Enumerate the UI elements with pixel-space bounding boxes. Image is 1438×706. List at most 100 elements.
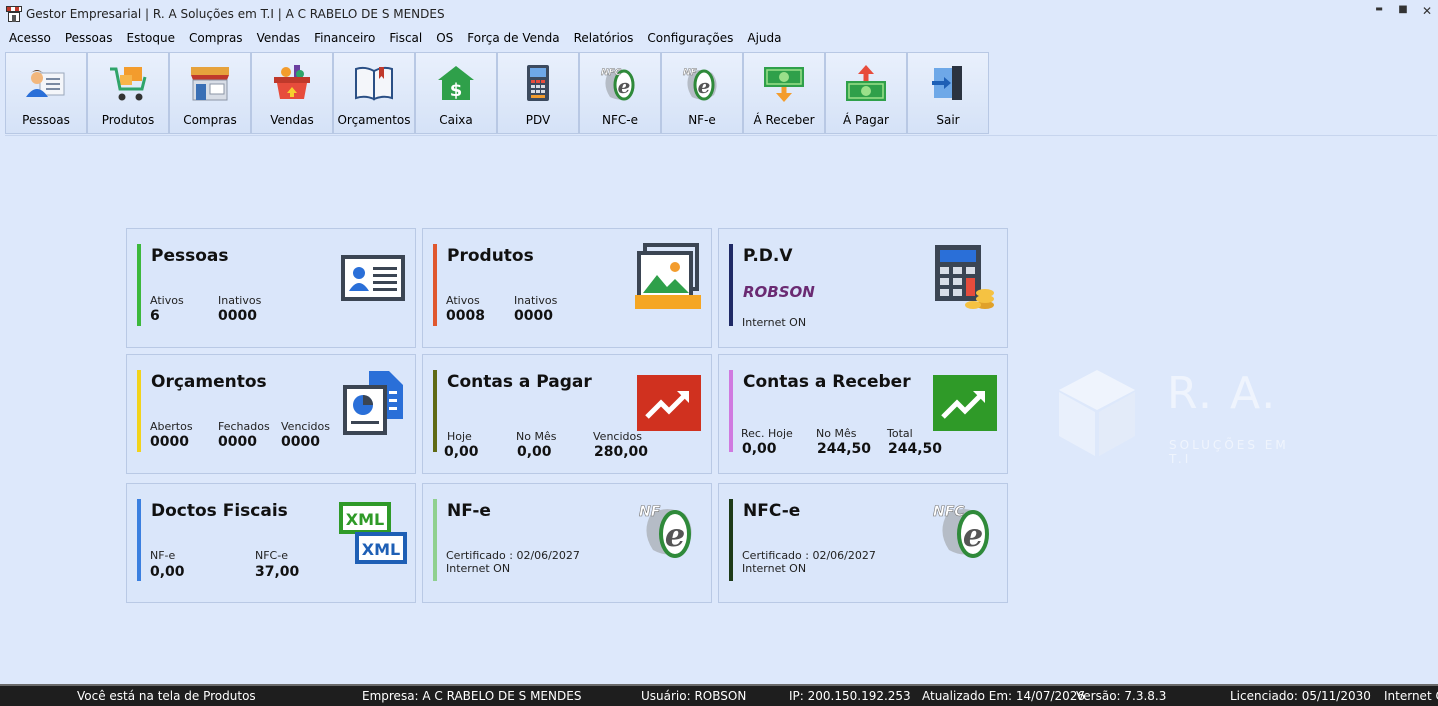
maximize-button[interactable]: ■: [1398, 4, 1408, 18]
menu-compras[interactable]: Compras: [182, 31, 250, 45]
status-bar: Você está na tela de Produtos Empresa: A…: [0, 684, 1438, 706]
calculator-coins-icon: [935, 245, 994, 309]
status-atualizado: Atualizado Em: 14/07/2026: [922, 689, 1086, 703]
card-accent-bar: [729, 244, 733, 326]
menu-ajuda[interactable]: Ajuda: [740, 31, 788, 45]
hoje-label: Hoje: [447, 430, 472, 443]
close-button[interactable]: ✕: [1422, 4, 1432, 18]
watermark-text: R. A.: [1167, 368, 1278, 419]
nfce-label: NFC-e: [255, 549, 288, 562]
menu-os[interactable]: OS: [429, 31, 460, 45]
menu-fiscal[interactable]: Fiscal: [382, 31, 429, 45]
menu-bar: Acesso Pessoas Estoque Compras Vendas Fi…: [0, 28, 788, 48]
card-nfce[interactable]: NFC-e Certificado : 02/06/2027 Internet …: [718, 483, 1008, 603]
svg-text:$: $: [450, 80, 463, 101]
company-watermark-logo: R. A. SOLUÇÕES EM T.I: [1055, 360, 1315, 470]
internet-status: Internet ON: [742, 316, 807, 329]
menu-pessoas[interactable]: Pessoas: [58, 31, 120, 45]
card-title: Orçamentos: [151, 372, 267, 392]
pdv-user: ROBSON: [743, 283, 815, 301]
shopping-cart-icon: [110, 67, 147, 101]
ativos-label: Ativos: [446, 294, 480, 307]
toolbar-label: Á Pagar: [843, 113, 889, 127]
inativos-label: Inativos: [218, 294, 262, 307]
toolbar-a-pagar-button[interactable]: Á Pagar: [825, 52, 907, 134]
nfe-value: 0,00: [150, 564, 185, 580]
nfe-logo-icon: e NF: [683, 68, 717, 101]
toolbar-label: Á Receber: [753, 113, 815, 127]
exit-icon: [932, 66, 962, 100]
card-title: Pessoas: [151, 246, 229, 266]
card-accent-bar: [433, 499, 437, 581]
card-orcamentos[interactable]: Orçamentos Abertos 0000 Fechados 0000 Ve…: [126, 354, 416, 474]
window-title: Gestor Empresarial | R. A Soluções em T.…: [26, 7, 445, 21]
watermark-subtitle: SOLUÇÕES EM T.I: [1169, 438, 1289, 466]
cash-house-icon: $: [438, 66, 474, 101]
svg-text:e: e: [963, 516, 983, 554]
status-versao: Versão: 7.3.8.3: [1076, 689, 1167, 703]
status-usuario: Usuário: ROBSON: [641, 689, 747, 703]
toolbar-nfe-button[interactable]: e NF NF-e: [661, 52, 743, 134]
toolbar-orcamentos-button[interactable]: Orçamentos: [333, 52, 415, 134]
menu-configuracoes[interactable]: Configurações: [640, 31, 740, 45]
toolbar-vendas-button[interactable]: Vendas: [251, 52, 333, 134]
menu-forca-de-venda[interactable]: Força de Venda: [460, 31, 566, 45]
card-title: Produtos: [447, 246, 534, 266]
nfce-value: 37,00: [255, 564, 300, 580]
toolbar-label: Sair: [936, 113, 960, 127]
card-pessoas[interactable]: Pessoas Ativos 6 Inativos 0000: [126, 228, 416, 348]
card-pdv[interactable]: P.D.V ROBSON Internet ON: [718, 228, 1008, 348]
minimize-button[interactable]: ▬: [1374, 4, 1384, 18]
title-bar: Gestor Empresarial | R. A Soluções em T.…: [0, 0, 1438, 28]
toolbar-produtos-button[interactable]: Produtos: [87, 52, 169, 134]
menu-vendas[interactable]: Vendas: [250, 31, 308, 45]
toolbar-pdv-button[interactable]: PDV: [497, 52, 579, 134]
menu-relatorios[interactable]: Relatórios: [567, 31, 641, 45]
toolbar-compras-button[interactable]: Compras: [169, 52, 251, 134]
card-nfe[interactable]: NF-e Certificado : 02/06/2027 Internet O…: [422, 483, 712, 603]
card-contas-pagar[interactable]: Contas a Pagar Hoje 0,00 No Mês 0,00 Ven…: [422, 354, 712, 474]
card-contas-receber[interactable]: Contas a Receber Rec. Hoje 0,00 No Mês 2…: [718, 354, 1008, 474]
trend-up-green-icon: [933, 375, 997, 431]
app-store-icon: [6, 6, 22, 22]
xml-documents-icon: XML XML: [339, 502, 407, 564]
no-mes-label: No Mês: [516, 430, 557, 443]
toolbar-label: Caixa: [439, 113, 473, 127]
toolbar-label: Produtos: [101, 113, 155, 127]
menu-financeiro[interactable]: Financeiro: [307, 31, 382, 45]
certificado-text: Certificado : 02/06/2027: [446, 549, 580, 562]
card-produtos[interactable]: Produtos Ativos 0008 Inativos 0000: [422, 228, 712, 348]
toolbar-a-receber-button[interactable]: Á Receber: [743, 52, 825, 134]
abertos-value: 0000: [150, 434, 189, 450]
toolbar-nfce-button[interactable]: e NFC NFC-e: [579, 52, 661, 134]
fechados-label: Fechados: [218, 420, 270, 433]
certificado-text: Certificado : 02/06/2027: [742, 549, 876, 562]
card-accent-bar: [137, 370, 141, 452]
person-card-icon: [26, 70, 65, 97]
no-mes-value: 244,50: [817, 441, 872, 457]
nfe-label: NF-e: [150, 549, 176, 562]
card-accent-bar: [729, 370, 733, 452]
card-title: NFC-e: [743, 501, 801, 521]
menu-estoque[interactable]: Estoque: [119, 31, 182, 45]
toolbar-pessoas-button[interactable]: Pessoas: [5, 52, 87, 134]
toolbar-caixa-button[interactable]: $ Caixa: [415, 52, 497, 134]
svg-text:NF: NF: [639, 504, 661, 520]
svg-text:XML: XML: [346, 510, 384, 529]
toolbar-sair-button[interactable]: Sair: [907, 52, 989, 134]
card-title: P.D.V: [743, 246, 793, 266]
toolbar-label: NFC-e: [602, 113, 638, 127]
internet-status: Internet ON: [742, 562, 807, 575]
card-doctos-fiscais[interactable]: Doctos Fiscais NF-e 0,00 NFC-e 37,00 XML…: [126, 483, 416, 603]
status-empresa: Empresa: A C RABELO DE S MENDES: [362, 689, 582, 703]
status-ip: IP: 200.150.192.253: [789, 689, 911, 703]
inativos-value: 0000: [218, 308, 257, 324]
card-title: NF-e: [447, 501, 491, 521]
toolbar-label: Compras: [183, 113, 237, 127]
toolbar-label: Pessoas: [22, 113, 70, 127]
menu-acesso[interactable]: Acesso: [3, 31, 58, 45]
status-screen: Você está na tela de Produtos: [77, 689, 256, 703]
basket-icon: [274, 65, 310, 99]
card-accent-bar: [433, 244, 437, 326]
cube-logo-icon: [1059, 370, 1135, 456]
